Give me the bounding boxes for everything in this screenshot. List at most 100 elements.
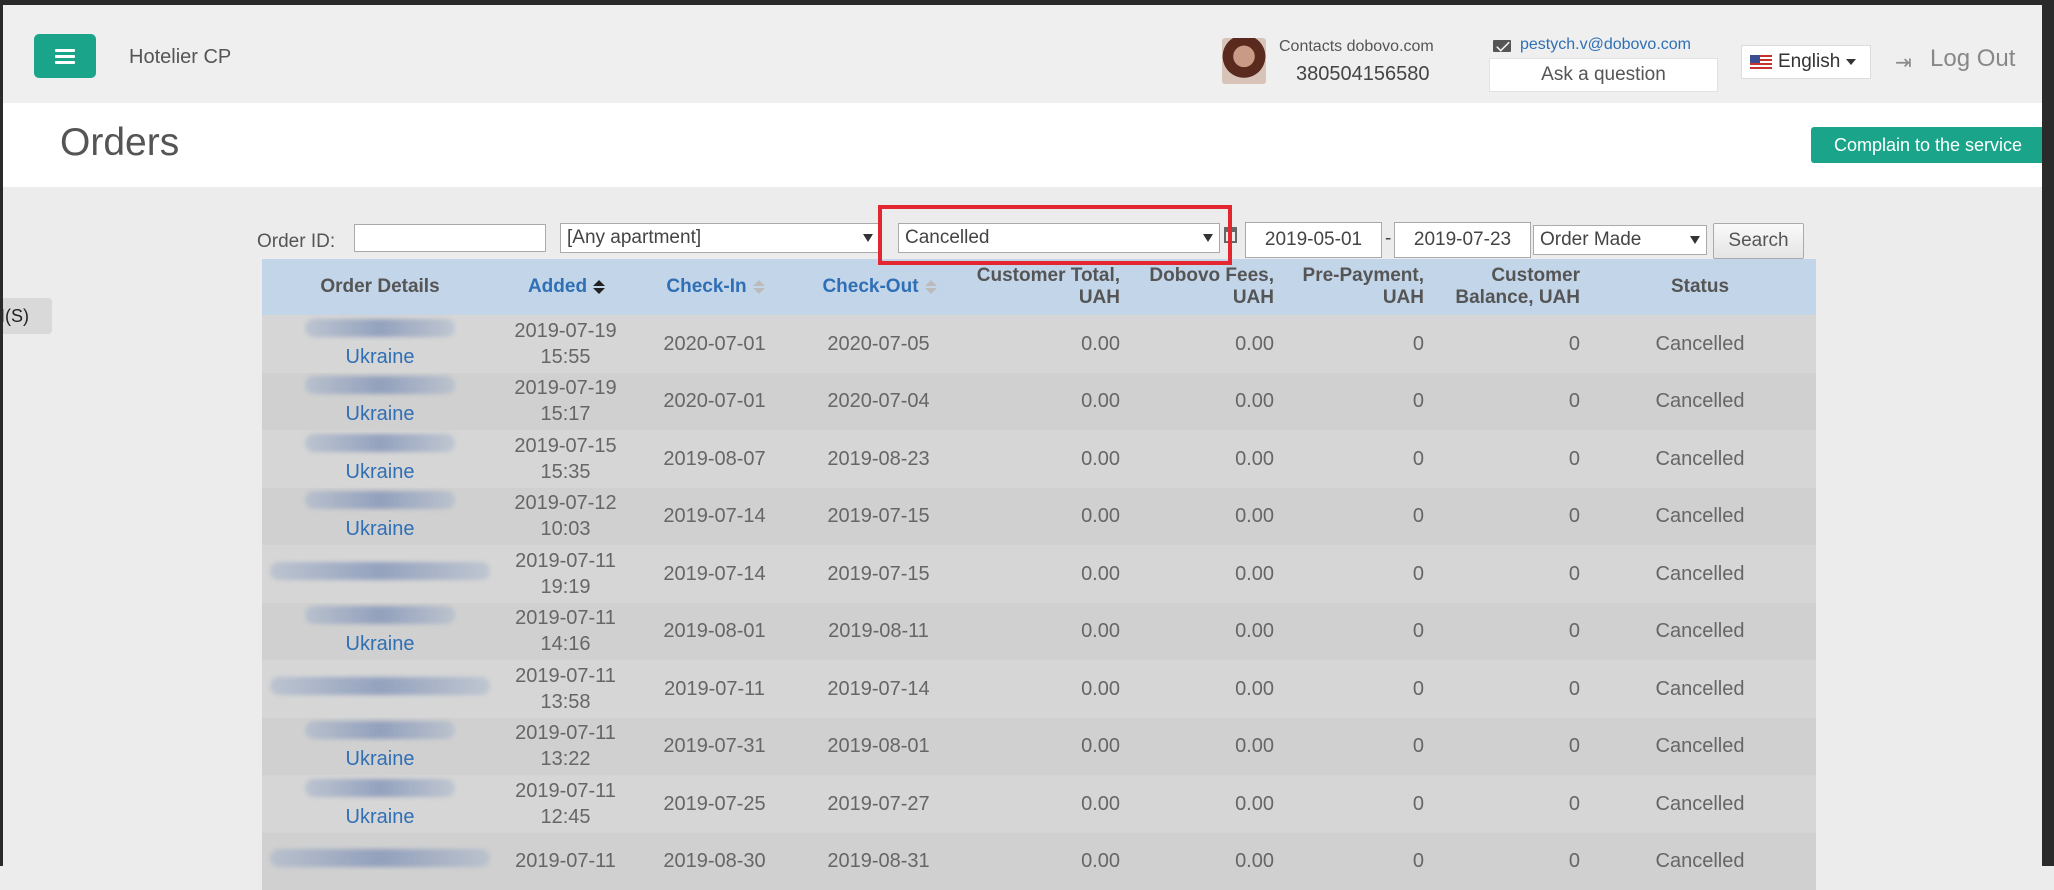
status-cell: Cancelled [1584, 775, 1816, 833]
contacts-label: Contacts dobovo.com [1279, 38, 1434, 56]
table-row[interactable]: Ukraine2019-07-1915:172020-07-012020-07-… [262, 373, 1816, 431]
blurred-customer-name [305, 319, 455, 337]
date-from-input[interactable]: 2019-05-01 [1245, 222, 1382, 258]
col-added[interactable]: Added [498, 259, 633, 315]
checkout-cell: 2019-08-11 [796, 603, 961, 661]
added-date: 2019-07-11 [515, 850, 616, 872]
customer-total-cell: 0.00 [961, 718, 1124, 776]
checkout-cell: 2019-07-15 [796, 545, 961, 603]
prepayment-cell: 0 [1278, 660, 1428, 718]
country-link[interactable]: Ukraine [346, 806, 415, 828]
added-time: 19:19 [540, 576, 590, 598]
customer-total-cell: 0.00 [961, 430, 1124, 488]
added-cell: 2019-07-1112:45 [498, 775, 633, 833]
ask-question-button[interactable]: Ask a question [1489, 58, 1718, 92]
customer-balance-cell: 0 [1428, 315, 1584, 373]
language-dropdown[interactable]: English [1741, 45, 1871, 79]
table-row[interactable]: 2019-07-1119:192019-07-142019-07-150.000… [262, 545, 1816, 603]
blurred-customer-name [305, 434, 455, 452]
added-date: 2019-07-11 [515, 607, 616, 629]
added-date: 2019-07-11 [515, 550, 616, 572]
date-type-select[interactable]: Order Made [1533, 225, 1707, 255]
blurred-customer-name [270, 849, 490, 867]
added-date: 2019-07-12 [514, 492, 616, 514]
prepayment-cell: 0 [1278, 775, 1428, 833]
customer-balance-cell: 0 [1428, 545, 1584, 603]
order-details-cell: Ukraine [262, 373, 498, 431]
order-details-cell: Ukraine [262, 315, 498, 373]
customer-total-cell: 0.00 [961, 373, 1124, 431]
col-order-details: Order Details [262, 259, 498, 315]
search-button[interactable]: Search [1713, 223, 1804, 259]
added-cell: 2019-07-1113:22 [498, 718, 633, 776]
date-separator: - [1385, 228, 1391, 250]
apartment-select[interactable]: [Any apartment] [560, 223, 880, 253]
country-link[interactable]: Ukraine [346, 633, 415, 655]
added-cell: 2019-07-1515:35 [498, 430, 633, 488]
table-row[interactable]: Ukraine2019-07-1113:222019-07-312019-08-… [262, 718, 1816, 776]
country-link[interactable]: Ukraine [346, 403, 415, 425]
added-time: 15:55 [540, 346, 590, 368]
table-row[interactable]: 2019-07-112019-08-302019-08-310.000.0000… [262, 833, 1816, 890]
country-link[interactable]: Ukraine [346, 748, 415, 770]
checkin-cell: 2019-08-01 [633, 603, 796, 661]
checkin-cell: 2019-08-07 [633, 430, 796, 488]
dobovo-fees-cell: 0.00 [1124, 430, 1278, 488]
blurred-customer-name [305, 779, 455, 797]
country-link[interactable]: Ukraine [346, 518, 415, 540]
logout-link[interactable]: Log Out [1930, 45, 2015, 73]
added-cell: 2019-07-11 19:19 [498, 545, 633, 603]
col-checkout[interactable]: Check-Out [796, 259, 961, 315]
order-details-cell: Ukraine [262, 718, 498, 776]
status-cell: Cancelled [1584, 373, 1816, 431]
order-details-cell [262, 833, 498, 890]
checkout-cell: 2020-07-04 [796, 373, 961, 431]
customer-balance-cell: 0 [1428, 488, 1584, 546]
page-header: Orders Complain to the service [3, 103, 2042, 187]
logout-icon: ⇥ [1895, 50, 1912, 75]
added-time: 15:17 [540, 403, 590, 425]
added-cell: 2019-07-11 [498, 833, 633, 890]
customer-balance-cell: 0 [1428, 660, 1584, 718]
customer-balance-cell: 0 [1428, 373, 1584, 431]
col-customer-balance: Customer Balance, UAH [1428, 259, 1584, 315]
date-to-input[interactable]: 2019-07-23 [1394, 222, 1531, 258]
order-id-input[interactable] [354, 224, 546, 252]
hamburger-menu-button[interactable] [34, 34, 96, 78]
order-details-cell: Ukraine [262, 775, 498, 833]
table-row[interactable]: Ukraine2019-07-1915:552020-07-012020-07-… [262, 315, 1816, 373]
contact-email-link[interactable]: pestych.v@dobovo.com [1520, 36, 1691, 54]
customer-total-cell: 0.00 [961, 833, 1124, 890]
checkin-cell: 2019-07-31 [633, 718, 796, 776]
sort-icon [753, 280, 763, 294]
blurred-customer-name [270, 562, 490, 580]
customer-balance-cell: 0 [1428, 718, 1584, 776]
blurred-customer-name [305, 721, 455, 739]
country-link[interactable]: Ukraine [346, 461, 415, 483]
blurred-customer-name [305, 491, 455, 509]
sort-icon [925, 280, 935, 294]
added-date: 2019-07-19 [514, 377, 616, 399]
apartment-select-value: [Any apartment] [567, 227, 701, 248]
country-link[interactable]: Ukraine [346, 346, 415, 368]
table-row[interactable]: Ukraine2019-07-1515:352019-08-072019-08-… [262, 430, 1816, 488]
checkout-cell: 2019-08-31 [796, 833, 961, 890]
status-cell: Cancelled [1584, 315, 1816, 373]
dropdown-arrow-icon [863, 234, 873, 242]
table-row[interactable]: Ukraine2019-07-1210:032019-07-142019-07-… [262, 488, 1816, 546]
status-cell: Cancelled [1584, 545, 1816, 603]
table-row[interactable]: Ukraine2019-07-1112:452019-07-252019-07-… [262, 775, 1816, 833]
complain-button[interactable]: Complain to the service [1811, 127, 2045, 163]
side-tab[interactable]: I(S) [0, 298, 52, 334]
prepayment-cell: 0 [1278, 545, 1428, 603]
order-details-cell: Ukraine [262, 430, 498, 488]
table-row[interactable]: 2019-07-1113:582019-07-112019-07-140.000… [262, 660, 1816, 718]
table-row[interactable]: Ukraine2019-07-1114:162019-08-012019-08-… [262, 603, 1816, 661]
status-cell: Cancelled [1584, 660, 1816, 718]
status-filter-highlight [878, 205, 1232, 265]
added-time: 13:22 [540, 748, 590, 770]
dobovo-fees-cell: 0.00 [1124, 488, 1278, 546]
added-cell: 2019-07-1210:03 [498, 488, 633, 546]
col-checkin[interactable]: Check-In [633, 259, 796, 315]
checkout-cell: 2020-07-05 [796, 315, 961, 373]
